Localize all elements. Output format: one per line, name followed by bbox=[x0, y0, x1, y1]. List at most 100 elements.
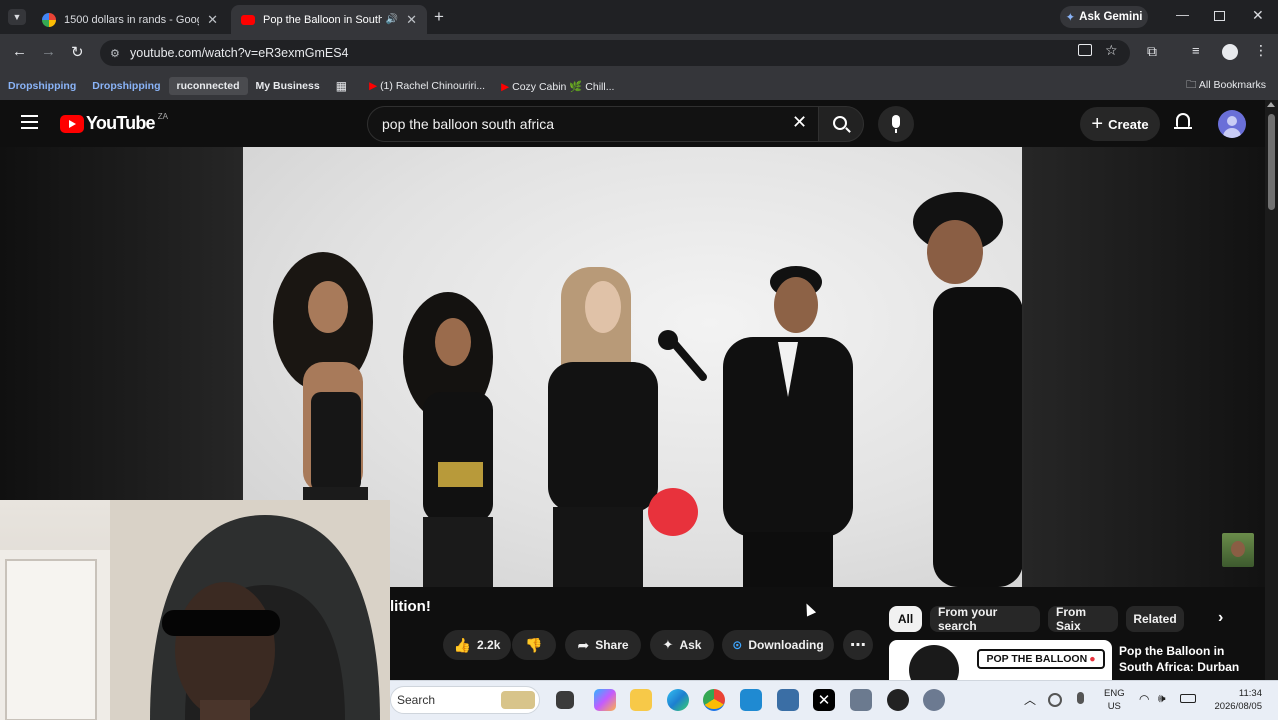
ask-gemini-button[interactable]: ✦ Ask Gemini bbox=[1060, 6, 1148, 28]
youtube-wordmark: YouTube bbox=[86, 113, 156, 133]
scroll-up-arrow-icon[interactable] bbox=[1267, 102, 1275, 107]
address-bar[interactable]: ⚙ youtube.com/watch?v=eR3exmGmES4 bbox=[100, 40, 1130, 66]
bookmarks-bar: Dropshipping Dropshipping ruconnected My… bbox=[0, 72, 1278, 100]
forward-arrow-icon[interactable]: → bbox=[41, 43, 56, 60]
account-avatar[interactable] bbox=[1218, 110, 1246, 138]
webcam-frame bbox=[0, 500, 390, 720]
chip-all[interactable]: All bbox=[889, 606, 922, 632]
edge-icon[interactable] bbox=[667, 689, 689, 711]
more-horizontal-icon: ⋯ bbox=[850, 637, 866, 654]
site-info-icon[interactable]: ⚙ bbox=[110, 47, 120, 60]
download-button[interactable]: ⊙ Downloading bbox=[722, 630, 834, 660]
app-icon[interactable] bbox=[777, 689, 799, 711]
minimize-window-icon[interactable]: — bbox=[1176, 7, 1189, 22]
microphone-icon bbox=[892, 115, 900, 128]
close-tab-icon[interactable]: ✕ bbox=[406, 12, 417, 28]
voice-search-button[interactable] bbox=[878, 106, 914, 142]
apps-grid-icon[interactable]: ▦ bbox=[328, 76, 355, 96]
davinci-icon[interactable] bbox=[887, 689, 909, 711]
bookmark-label: Cozy Cabin 🌿 Chill... bbox=[512, 80, 615, 93]
chip-from-your-search[interactable]: From your search bbox=[930, 605, 1040, 633]
wifi-icon[interactable]: ◠ bbox=[1139, 692, 1149, 706]
bookmark-star-icon[interactable]: ☆ bbox=[1105, 42, 1118, 59]
task-view-icon[interactable] bbox=[556, 691, 574, 709]
create-button[interactable]: + Create bbox=[1080, 107, 1160, 141]
clock-time: 11:34 bbox=[1238, 688, 1262, 699]
reload-icon[interactable]: ↻ bbox=[71, 43, 84, 61]
chrome-menu-icon[interactable]: ⋮ bbox=[1254, 42, 1268, 59]
clear-search-icon[interactable]: ✕ bbox=[792, 112, 807, 133]
hamburger-menu-icon[interactable] bbox=[21, 115, 38, 129]
tab-search-chevron-icon[interactable]: ▼ bbox=[8, 9, 26, 25]
settings-gear-icon[interactable] bbox=[923, 689, 945, 711]
chip-from-saix[interactable]: From Saix bbox=[1048, 605, 1118, 633]
file-explorer-icon[interactable] bbox=[630, 689, 652, 711]
profile-avatar[interactable] bbox=[1222, 44, 1238, 60]
thumbs-up-icon: 👍 bbox=[453, 636, 472, 653]
notifications-bell-icon[interactable] bbox=[1174, 113, 1192, 133]
x-twitter-icon[interactable]: ✕ bbox=[813, 689, 835, 711]
volume-icon[interactable]: 🕪 bbox=[1158, 691, 1166, 706]
chips-next-chevron-icon[interactable]: › bbox=[1218, 609, 1223, 627]
gemini-sparkle-icon: ✦ bbox=[1065, 12, 1076, 24]
tab-youtube-video[interactable]: Pop the Balloon in South Af 🔊 ✕ bbox=[231, 5, 427, 34]
all-bookmarks[interactable]: 🗀 All Bookmarks bbox=[1178, 74, 1274, 98]
watermark-face bbox=[1231, 541, 1245, 557]
search-button[interactable] bbox=[818, 106, 864, 142]
close-window-icon[interactable]: ✕ bbox=[1252, 7, 1264, 24]
clock[interactable]: 11:34 2026/08/05 bbox=[1204, 687, 1262, 713]
youtube-logo[interactable]: YouTube ZA bbox=[60, 112, 168, 134]
bookmark-rachel[interactable]: ▶ (1) Rachel Chinouriri... bbox=[361, 77, 493, 95]
new-tab-button[interactable]: + bbox=[434, 7, 444, 27]
taskbar-search-box[interactable]: Search bbox=[390, 686, 540, 714]
restore-window-icon[interactable] bbox=[1214, 11, 1225, 21]
suggestion-title[interactable]: Pop the Balloon in South Africa: Durban bbox=[1119, 643, 1259, 680]
like-button[interactable]: 👍 2.2k bbox=[443, 630, 511, 660]
sparkle-icon: ✦ bbox=[662, 637, 674, 652]
vscode-icon[interactable] bbox=[740, 689, 762, 711]
tab-google-search[interactable]: 1500 dollars in rands - Google ✕ bbox=[32, 5, 228, 34]
bookmark-dropshipping-2[interactable]: Dropshipping bbox=[84, 77, 168, 95]
camera-icon[interactable] bbox=[850, 689, 872, 711]
bookmark-cozy-cabin[interactable]: ▶ Cozy Cabin 🌿 Chill... bbox=[493, 77, 622, 96]
chip-related[interactable]: Related bbox=[1126, 606, 1184, 632]
media-controls-icon[interactable]: ≡ bbox=[1192, 43, 1200, 58]
search-icon-handle bbox=[845, 127, 851, 133]
chrome-icon[interactable] bbox=[703, 689, 725, 711]
bookmark-dropshipping-1[interactable]: Dropshipping bbox=[0, 77, 84, 95]
tray-app-icon[interactable] bbox=[1048, 693, 1062, 707]
youtube-play-icon bbox=[60, 114, 84, 133]
close-tab-icon[interactable]: ✕ bbox=[207, 12, 218, 28]
url-text: youtube.com/watch?v=eR3exmGmES4 bbox=[130, 46, 349, 60]
bookmark-my-business[interactable]: My Business bbox=[248, 77, 328, 95]
page-scrollbar[interactable] bbox=[1265, 100, 1278, 680]
scrollbar-thumb[interactable] bbox=[1268, 114, 1275, 210]
copilot-icon[interactable] bbox=[594, 689, 616, 711]
share-button[interactable]: ➦ Share bbox=[565, 630, 641, 660]
webcam-overlay bbox=[0, 500, 390, 720]
search-query: pop the balloon south africa bbox=[382, 116, 555, 132]
like-count: 2.2k bbox=[477, 638, 501, 652]
clock-date: 2026/08/05 bbox=[1214, 701, 1262, 712]
install-app-icon[interactable] bbox=[1078, 44, 1092, 56]
back-arrow-icon[interactable]: ← bbox=[12, 43, 27, 60]
tab-label: Pop the Balloon in South Af bbox=[263, 13, 382, 26]
ask-button[interactable]: ✦ Ask bbox=[650, 630, 714, 660]
tray-overflow-chevron-icon[interactable]: ︿ bbox=[1024, 691, 1036, 708]
suggestion-thumbnail[interactable]: POP THE BALLOON ● bbox=[889, 640, 1112, 680]
youtube-icon: ▶ bbox=[501, 80, 513, 93]
google-icon bbox=[42, 12, 56, 27]
tray-microphone-icon[interactable] bbox=[1077, 692, 1084, 704]
more-actions-button[interactable]: ⋯ bbox=[843, 630, 873, 660]
menu-line bbox=[21, 121, 38, 123]
audio-playing-icon[interactable]: 🔊 bbox=[386, 14, 398, 25]
dislike-button[interactable]: 👎 bbox=[512, 630, 556, 660]
bookmark-ruconnected[interactable]: ruconnected bbox=[168, 77, 248, 95]
youtube-search-input[interactable]: pop the balloon south africa bbox=[367, 106, 819, 142]
battery-icon[interactable] bbox=[1180, 694, 1196, 703]
video-title: lition! bbox=[390, 598, 431, 615]
person-woman-3 bbox=[548, 267, 698, 587]
extensions-icon[interactable]: ⧉ bbox=[1147, 43, 1157, 60]
channel-watermark-thumbnail[interactable] bbox=[1222, 533, 1254, 567]
keyboard-language[interactable]: ENG US bbox=[1104, 687, 1125, 713]
